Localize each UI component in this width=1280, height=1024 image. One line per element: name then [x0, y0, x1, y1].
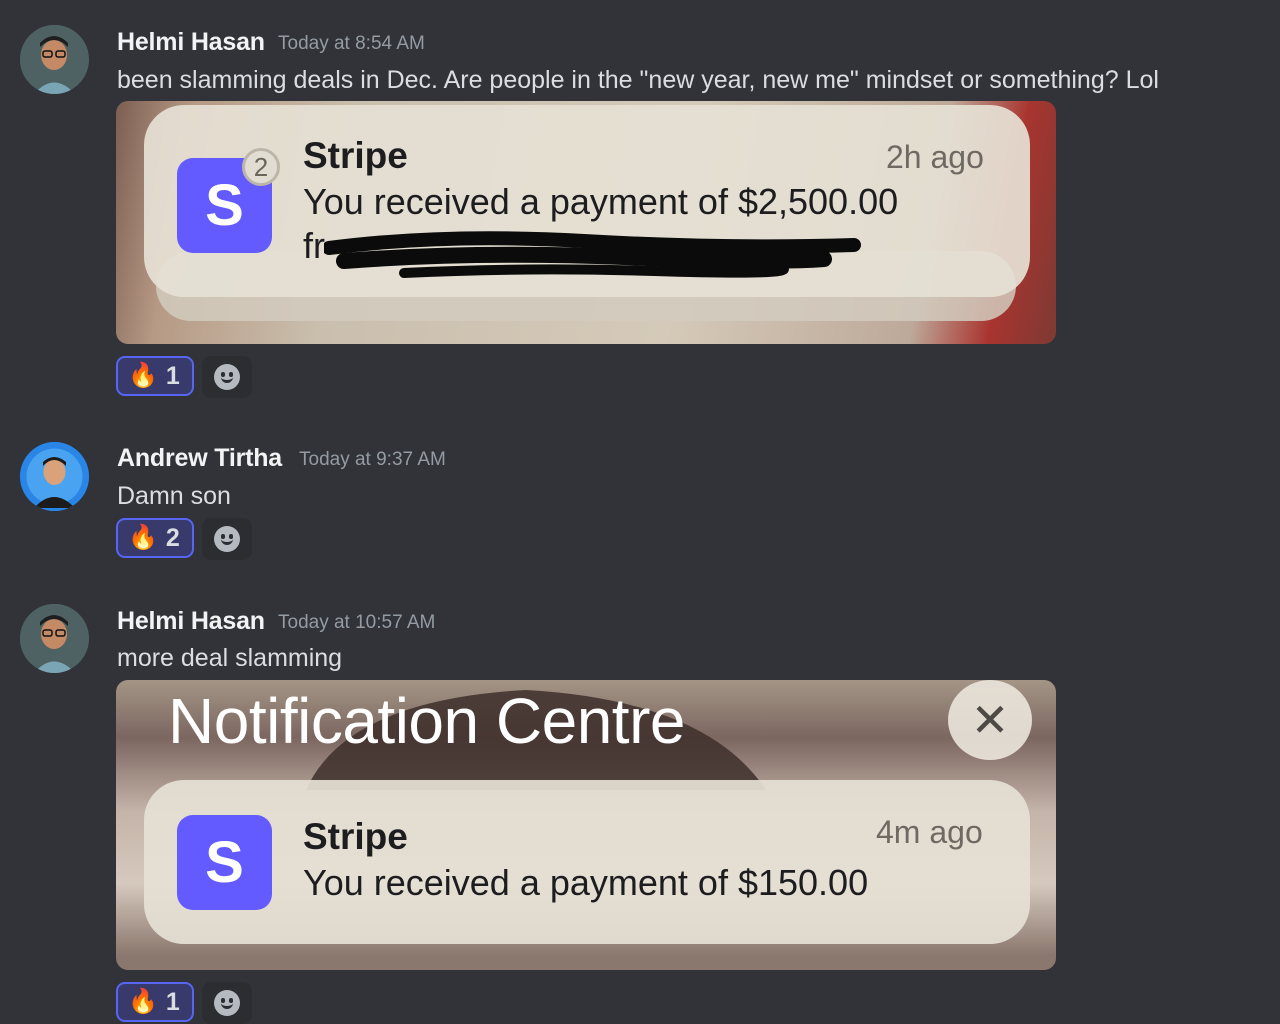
notification-body: You received a payment of $150.00 [303, 862, 869, 903]
notification-time: 2h ago [886, 139, 984, 175]
message-text: more deal slamming [117, 644, 343, 672]
reaction-fire[interactable]: 🔥 2 [116, 518, 194, 558]
person-avatar-icon [20, 442, 89, 511]
add-reaction-button[interactable] [201, 518, 252, 560]
smiley-icon [213, 990, 240, 1016]
image-attachment[interactable]: Notification Centre ✕ S Stripe 4m ago Yo… [116, 680, 1056, 970]
notification-time: 4m ago [876, 814, 983, 850]
avatar[interactable] [20, 442, 89, 511]
message-text: Damn son [117, 482, 231, 510]
close-icon: ✕ [948, 680, 1032, 760]
avatar[interactable] [20, 604, 89, 673]
message-timestamp: Today at 10:57 AM [278, 612, 436, 633]
person-avatar-icon [20, 25, 89, 94]
fire-emoji-icon: 🔥 [128, 362, 158, 389]
author-name[interactable]: Helmi Hasan [117, 607, 265, 636]
author-name[interactable]: Helmi Hasan [117, 28, 265, 57]
avatar[interactable] [20, 25, 89, 94]
stripe-icon: S [177, 815, 272, 910]
message-timestamp: Today at 8:54 AM [278, 33, 425, 54]
add-reaction-button[interactable] [201, 356, 252, 398]
add-reaction-button[interactable] [201, 982, 252, 1024]
notification-banner: S 2 Stripe 2h ago You received a payment… [144, 105, 1030, 297]
notification-body: You received a payment of $2,500.00 [303, 181, 899, 222]
notification-app-name: Stripe [303, 816, 408, 857]
notification-banner: S Stripe 4m ago You received a payment o… [144, 780, 1030, 944]
notification-centre-title: Notification Centre [168, 685, 685, 757]
reaction-bar: 🔥 1 [116, 982, 252, 1024]
fire-emoji-icon: 🔥 [128, 524, 158, 551]
redaction-scribble [324, 231, 861, 278]
notification-app-name: Stripe [303, 135, 408, 176]
reaction-fire[interactable]: 🔥 1 [116, 982, 194, 1022]
smiley-icon [213, 526, 240, 552]
reaction-count: 1 [165, 987, 180, 1016]
author-name[interactable]: Andrew Tirtha [117, 444, 282, 473]
reaction-count: 1 [165, 361, 180, 390]
reaction-bar: 🔥 1 [116, 356, 252, 398]
reaction-fire[interactable]: 🔥 1 [116, 356, 194, 396]
image-attachment[interactable]: S 2 Stripe 2h ago You received a payment… [116, 101, 1056, 344]
message-text: been slamming deals in Dec. Are people i… [117, 66, 1159, 94]
notification-body-partial: fr [303, 225, 325, 266]
message-timestamp: Today at 9:37 AM [299, 449, 446, 470]
notification-count-badge: 2 [242, 148, 280, 186]
fire-emoji-icon: 🔥 [128, 988, 158, 1015]
smiley-icon [213, 364, 240, 390]
reaction-count: 2 [165, 523, 180, 552]
reaction-bar: 🔥 2 [116, 518, 252, 560]
person-avatar-icon [20, 604, 89, 673]
